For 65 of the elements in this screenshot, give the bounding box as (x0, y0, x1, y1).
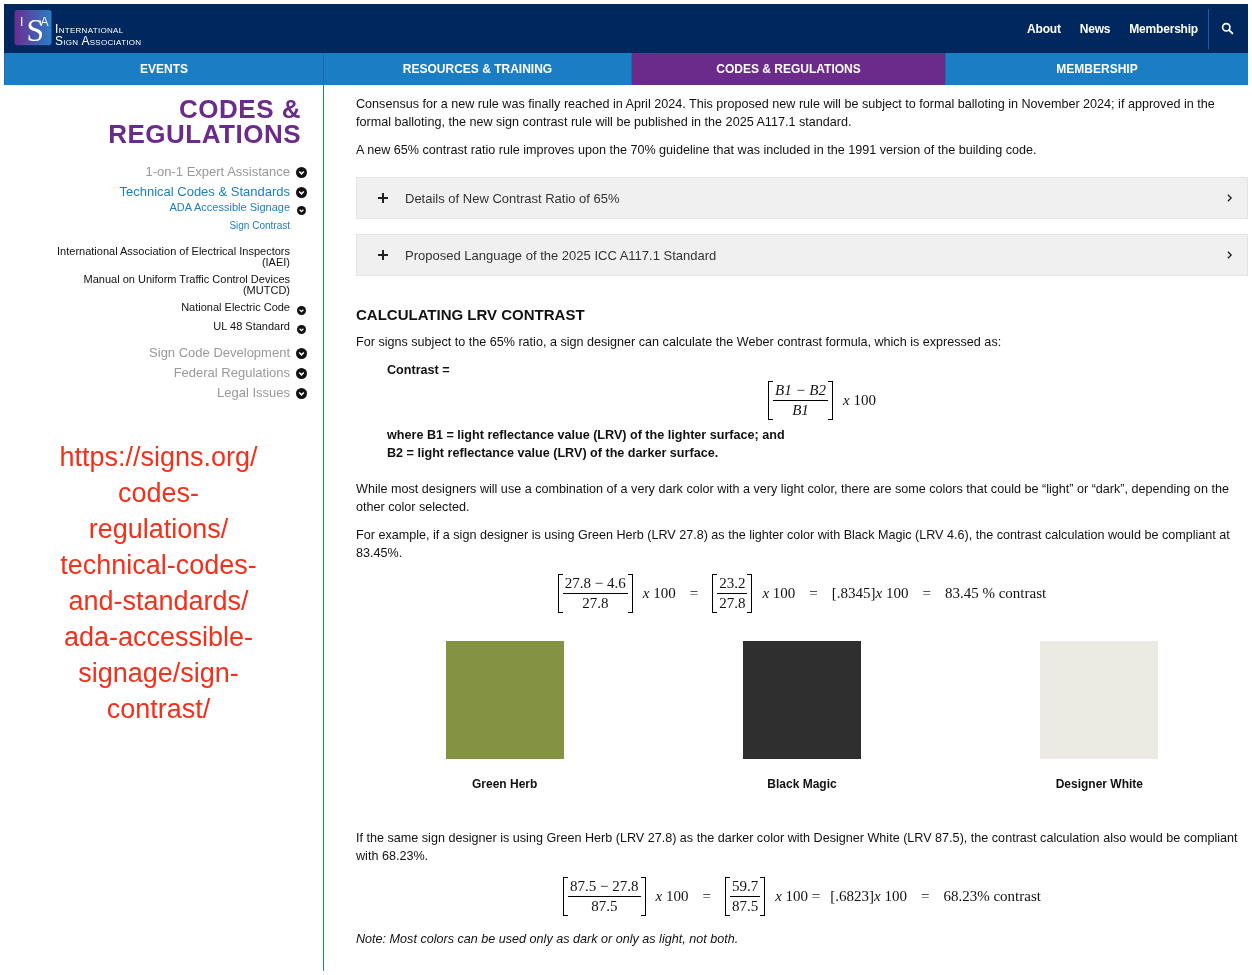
fraction: 23.2 27.8 (712, 574, 753, 613)
swatch-label: Black Magic (767, 777, 837, 791)
definition: B2 = light reflectance value (LRV) of the darker surface. (386, 445, 720, 462)
formula-term: x 100 (655, 888, 689, 905)
sidebar-link[interactable]: UL 48 Standard (213, 321, 290, 332)
chevron-icon[interactable] (296, 187, 307, 198)
accordion-title: Proposed Language of the 2025 ICC A117.1 Standard (405, 247, 718, 263)
formula-term: x 100 = (775, 888, 821, 905)
section-title: CODES & REGULATIONS (107, 97, 301, 147)
formula-term: x 100 (642, 585, 676, 602)
formula-label: Contrast = (386, 362, 451, 379)
equals-sign: = (701, 888, 712, 905)
equals-sign: = (921, 585, 932, 602)
nav-link[interactable]: News (1079, 21, 1111, 36)
equals-sign: = (920, 888, 931, 905)
equals-sign: = (808, 585, 819, 602)
formula-term: x 100 (762, 585, 796, 602)
fraction: 27.8 − 4.6 27.8 (557, 574, 633, 613)
logo-text: International (55, 23, 125, 35)
swatch-label: Designer White (1055, 777, 1143, 791)
chevron-icon[interactable] (297, 325, 306, 334)
section-heading: CALCULATING LRV CONTRAST (356, 306, 586, 323)
paragraph: A new 65% contrast ratio rule improves upon the 70% guideline that was included in the 1991 version of the building code. (356, 142, 1038, 159)
search-icon[interactable] (1221, 22, 1234, 35)
fraction: 59.7 87.5 (724, 877, 766, 916)
url-annotation: https://signs.org/ codes- regulations/ technical-codes- and-standards/ ada-accessible- signage/sign- contrast/ (58, 441, 259, 726)
swatch-label: Green Herb (472, 777, 538, 791)
equals-sign: = (688, 585, 700, 602)
formula-term: x 100 (843, 392, 876, 409)
fraction: B1 − B2 B1 (768, 381, 833, 420)
sidebar-link[interactable]: Sign Contrast (229, 221, 290, 231)
logo-text: Sign Association (55, 35, 142, 47)
accordion-header[interactable]: Details of New Contrast Ratio of 65% (356, 177, 1248, 219)
fraction: 87.5 − 27.8 87.5 (563, 877, 646, 916)
accordion-title: Details of New Contrast Ratio of 65% (405, 190, 621, 206)
paragraph: While most designers will use a combination of a very dark color with a very light color, there are some colors that could be “light” or “dark”, depending on the other color selected. (356, 481, 1230, 516)
nav-tab[interactable]: MEMBERSHIP (945, 53, 1248, 85)
sidebar-link[interactable]: ADA Accessible Signage (169, 202, 290, 213)
definition: where B1 = light reflectance value (LRV) of the lighter surface; and (386, 427, 786, 444)
nav-tab[interactable]: CODES & REGULATIONS (631, 53, 945, 85)
nav-tab[interactable]: EVENTS (4, 53, 323, 85)
chevron-icon[interactable] (296, 388, 307, 399)
chevron-right-icon (1226, 193, 1233, 203)
sidebar-link[interactable]: International Association of Electrical Inspectors (IAEI) (45, 246, 290, 268)
chevron-icon[interactable] (296, 348, 307, 359)
paragraph: For example, if a sign designer is using Green Herb (LRV 27.8) as the lighter color with Black Magic (LRV 4.6), the contrast calculation would be compliant at 83.45%. (356, 527, 1231, 562)
formula-term: [.8345]x 100 (831, 585, 909, 602)
nav-link[interactable]: Membership (1129, 21, 1198, 36)
nav-link[interactable]: About (1027, 21, 1061, 36)
note: Note: Most colors can be used only as dark or only as light, not both. (356, 931, 740, 948)
paragraph: If the same sign designer is using Green Herb (LRV 27.8) as the darker color with Designer White (LRV 87.5), the contrast calculation also would be compliant with 68.23%. (356, 830, 1239, 865)
sidebar-link[interactable]: National Electric Code (181, 302, 290, 313)
formula-term: 68.23% contrast (943, 888, 1041, 905)
accordion-header[interactable]: Proposed Language of the 2025 ICC A117.1 Standard (356, 234, 1248, 276)
chevron-icon[interactable] (296, 368, 307, 379)
formula-term: [.6823]x 100 (830, 888, 907, 905)
formula-term: 83.45 % contrast (944, 585, 1047, 602)
paragraph: Consensus for a new rule was finally reached in April 2024. This proposed new rule will be subject to formal balloting in November 2024; if approved in the formal balloting, the new sign contrast rule will be published in the 2025 A117.1 standard. (356, 96, 1216, 131)
chevron-right-icon (1226, 250, 1233, 260)
sidebar-link[interactable]: Manual on Uniform Traffic Control Devices (MUTCD) (45, 274, 290, 296)
paragraph: For signs subject to the 65% ratio, a sign designer can calculate the Weber contrast formula, which is expressed as: (356, 334, 1003, 351)
sidebar-link[interactable]: Technical Codes & Standards (119, 185, 290, 198)
chevron-icon[interactable] (297, 206, 306, 215)
chevron-icon[interactable] (297, 306, 306, 315)
chevron-icon[interactable] (296, 167, 307, 178)
